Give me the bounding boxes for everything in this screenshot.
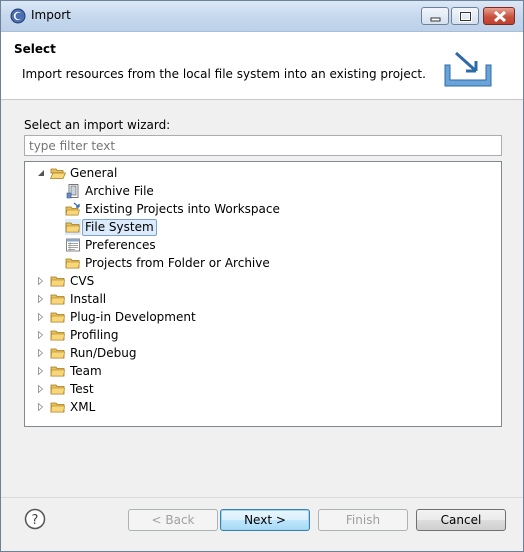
tree-item-label: Install bbox=[70, 292, 107, 306]
folder-icon bbox=[50, 363, 66, 379]
wizard-list-label: Select an import wizard: bbox=[24, 118, 171, 132]
cancel-button[interactable]: Cancel bbox=[416, 509, 506, 531]
next-button[interactable]: Next > bbox=[220, 509, 310, 531]
tree-item[interactable]: Projects from Folder or Archive bbox=[65, 254, 270, 272]
tree-item[interactable]: Install bbox=[35, 290, 106, 308]
tree-item[interactable]: Team bbox=[35, 362, 102, 380]
collapsed-arrow-icon[interactable] bbox=[35, 398, 47, 416]
tree-item-label: Team bbox=[70, 364, 102, 378]
collapsed-arrow-icon[interactable] bbox=[35, 362, 47, 380]
tree-item-label: Projects from Folder or Archive bbox=[85, 256, 270, 270]
folder-icon bbox=[50, 399, 66, 415]
eclipse-icon bbox=[10, 8, 26, 24]
collapsed-arrow-icon[interactable] bbox=[35, 308, 47, 326]
footer-divider bbox=[1, 497, 523, 498]
folder-icon bbox=[65, 255, 81, 271]
tree-item-label: Run/Debug bbox=[70, 346, 137, 360]
tree-item-label: File System bbox=[82, 218, 157, 236]
tree-item-label: Archive File bbox=[85, 184, 154, 198]
tree-item[interactable]: Existing Projects into Workspace bbox=[65, 200, 280, 218]
title-bar[interactable]: Import bbox=[1, 1, 523, 32]
collapsed-arrow-icon[interactable] bbox=[35, 290, 47, 308]
minimize-button[interactable] bbox=[421, 7, 449, 25]
tree-item[interactable]: General bbox=[35, 164, 117, 182]
collapsed-arrow-icon[interactable] bbox=[35, 344, 47, 362]
close-icon bbox=[493, 10, 507, 23]
tree-item[interactable]: CVS bbox=[35, 272, 94, 290]
page-description: Import resources from the local file sys… bbox=[22, 67, 426, 81]
folder-icon bbox=[50, 273, 66, 289]
tree-item[interactable]: Test bbox=[35, 380, 94, 398]
tree-item-label: Existing Projects into Workspace bbox=[85, 202, 280, 216]
tree-item-label: CVS bbox=[70, 274, 95, 288]
tree-item-label: General bbox=[70, 166, 118, 180]
folder-icon bbox=[65, 219, 81, 235]
archive-file-icon bbox=[65, 183, 81, 199]
import-banner-icon bbox=[444, 51, 492, 87]
preferences-icon bbox=[65, 237, 81, 253]
wizard-tree[interactable]: General Archive File Existing Projects int… bbox=[24, 161, 502, 427]
page-title: Select bbox=[14, 42, 56, 56]
tree-item-label: Profiling bbox=[70, 328, 119, 342]
tree-item-label: XML bbox=[70, 400, 96, 414]
folder-icon bbox=[50, 345, 66, 361]
tree-item[interactable]: File System bbox=[65, 218, 157, 236]
tree-item[interactable]: Run/Debug bbox=[35, 344, 137, 362]
maximize-icon bbox=[459, 11, 472, 22]
collapsed-arrow-icon[interactable] bbox=[35, 326, 47, 344]
folder-open-icon bbox=[49, 165, 67, 181]
tree-item[interactable]: Profiling bbox=[35, 326, 119, 344]
maximize-button[interactable] bbox=[451, 7, 479, 25]
window-title: Import bbox=[31, 8, 71, 22]
expanded-arrow-icon[interactable] bbox=[35, 164, 47, 182]
folder-icon bbox=[50, 291, 66, 307]
folder-icon bbox=[50, 381, 66, 397]
minimize-icon bbox=[430, 17, 441, 22]
tree-item[interactable]: Plug-in Development bbox=[35, 308, 196, 326]
folder-icon bbox=[50, 327, 66, 343]
tree-item[interactable]: Preferences bbox=[65, 236, 156, 254]
back-button[interactable]: < Back bbox=[128, 509, 218, 531]
svg-text:?: ? bbox=[32, 513, 39, 528]
import-dialog: Import Select Import resources from the … bbox=[0, 0, 524, 552]
filter-input[interactable] bbox=[24, 135, 502, 156]
folder-icon bbox=[50, 309, 66, 325]
collapsed-arrow-icon[interactable] bbox=[35, 380, 47, 398]
existing-projects-icon bbox=[65, 201, 81, 217]
tree-item[interactable]: XML bbox=[35, 398, 95, 416]
tree-item[interactable]: Archive File bbox=[65, 182, 154, 200]
wizard-header: Select Import resources from the local f… bbox=[1, 32, 523, 100]
tree-item-label: Plug-in Development bbox=[70, 310, 196, 324]
tree-item-label: Preferences bbox=[85, 238, 156, 252]
tree-item-label: Test bbox=[70, 382, 94, 396]
finish-button[interactable]: Finish bbox=[318, 509, 408, 531]
help-icon[interactable]: ? bbox=[24, 508, 46, 530]
close-button[interactable] bbox=[483, 7, 515, 25]
collapsed-arrow-icon[interactable] bbox=[35, 272, 47, 290]
